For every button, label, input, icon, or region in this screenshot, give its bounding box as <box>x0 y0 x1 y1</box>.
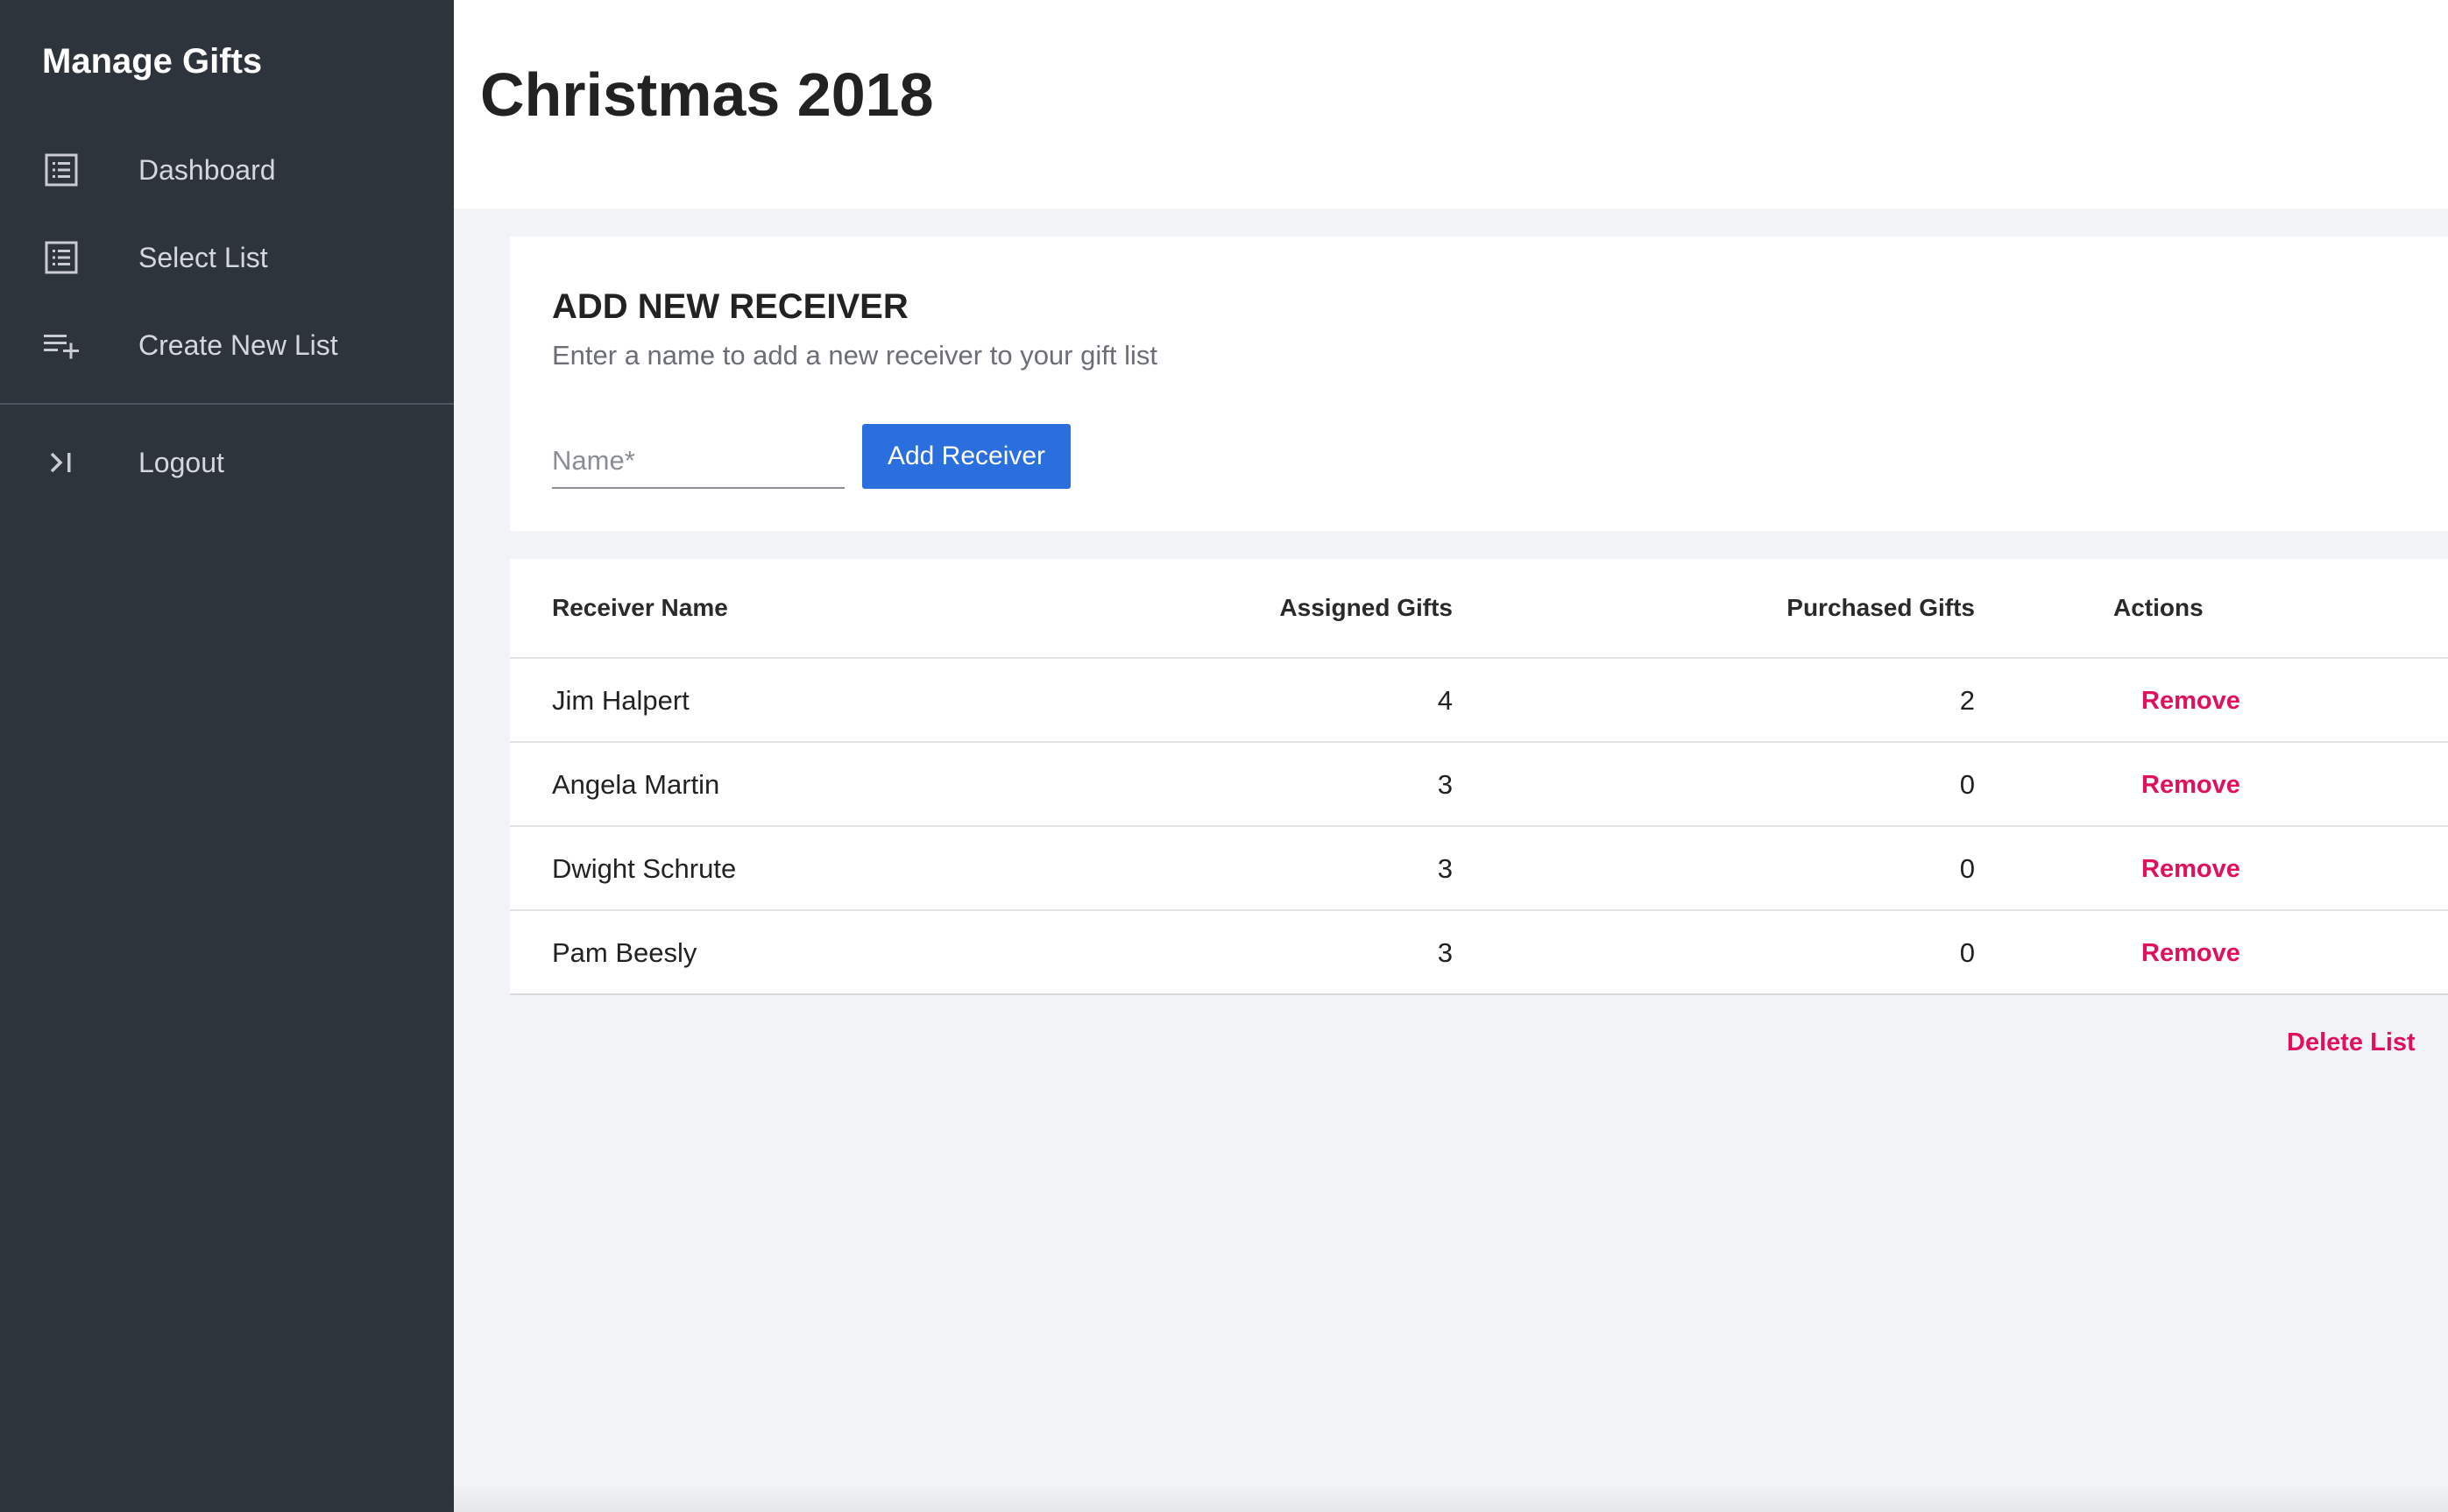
column-header-purchased-gifts: Purchased Gifts <box>1786 594 1975 621</box>
playlist-add-icon <box>40 324 82 366</box>
assigned-gifts-cell: 4 <box>1437 685 1453 716</box>
remove-receiver-button[interactable]: Remove <box>2141 687 2240 716</box>
sidebar-item-select-list[interactable]: Select List <box>0 223 454 293</box>
add-receiver-subtitle: Enter a name to add a new receiver to yo… <box>552 340 1157 371</box>
sidebar-item-label: Create New List <box>138 329 338 361</box>
bottom-shadow <box>454 1486 2448 1512</box>
remove-receiver-button[interactable]: Remove <box>2141 771 2240 800</box>
table-row: Dwight Schrute 3 0 Remove <box>510 827 2448 911</box>
purchased-gifts-cell: 2 <box>1959 685 1975 716</box>
receiver-name-input[interactable] <box>552 435 845 489</box>
assigned-gifts-cell: 3 <box>1437 937 1453 968</box>
column-header-receiver-name: Receiver Name <box>552 594 728 621</box>
app-brand: Manage Gifts <box>42 42 263 81</box>
sidebar-item-label: Select List <box>138 241 268 273</box>
remove-receiver-button[interactable]: Remove <box>2141 855 2240 884</box>
table-row: Jim Halpert 4 2 Remove <box>510 659 2448 743</box>
sidebar-item-dashboard[interactable]: Dashboard <box>0 135 454 205</box>
receiver-name-cell: Angela Martin <box>552 769 720 800</box>
add-receiver-button[interactable]: Add Receiver <box>862 424 1071 489</box>
sidebar-item-logout[interactable]: Logout <box>0 427 454 498</box>
table-row: Pam Beesly 3 0 Remove <box>510 911 2448 995</box>
receivers-table: Receiver Name Assigned Gifts Purchased Gif… <box>510 559 2448 995</box>
receiver-name-cell: Jim Halpert <box>552 685 690 716</box>
delete-list-button[interactable]: Delete List <box>2287 1028 2416 1057</box>
sidebar-item-create-new-list[interactable]: Create New List <box>0 310 454 380</box>
column-header-assigned-gifts: Assigned Gifts <box>1279 594 1453 621</box>
sidebar-item-label: Logout <box>138 446 224 478</box>
page-title: Christmas 2018 <box>480 60 934 129</box>
sidebar: Manage Gifts Dashboard Select List Creat… <box>0 0 454 1512</box>
page-header: Christmas 2018 <box>454 0 2448 208</box>
column-header-actions: Actions <box>2113 594 2204 621</box>
list-icon <box>40 237 82 279</box>
purchased-gifts-cell: 0 <box>1959 853 1975 884</box>
add-receiver-title: ADD NEW RECEIVER <box>552 287 909 326</box>
list-icon <box>40 149 82 191</box>
table-row: Angela Martin 3 0 Remove <box>510 743 2448 827</box>
receiver-name-cell: Pam Beesly <box>552 937 697 968</box>
add-receiver-card: ADD NEW RECEIVER Enter a name to add a n… <box>510 237 2448 531</box>
logout-icon <box>40 442 82 484</box>
app-root: Manage Gifts Dashboard Select List Creat… <box>0 0 2448 1512</box>
purchased-gifts-cell: 0 <box>1959 937 1975 968</box>
sidebar-item-label: Dashboard <box>138 153 276 186</box>
assigned-gifts-cell: 3 <box>1437 853 1453 884</box>
sidebar-divider <box>0 403 454 405</box>
assigned-gifts-cell: 3 <box>1437 769 1453 800</box>
remove-receiver-button[interactable]: Remove <box>2141 939 2240 968</box>
purchased-gifts-cell: 0 <box>1959 769 1975 800</box>
receiver-name-cell: Dwight Schrute <box>552 853 737 884</box>
